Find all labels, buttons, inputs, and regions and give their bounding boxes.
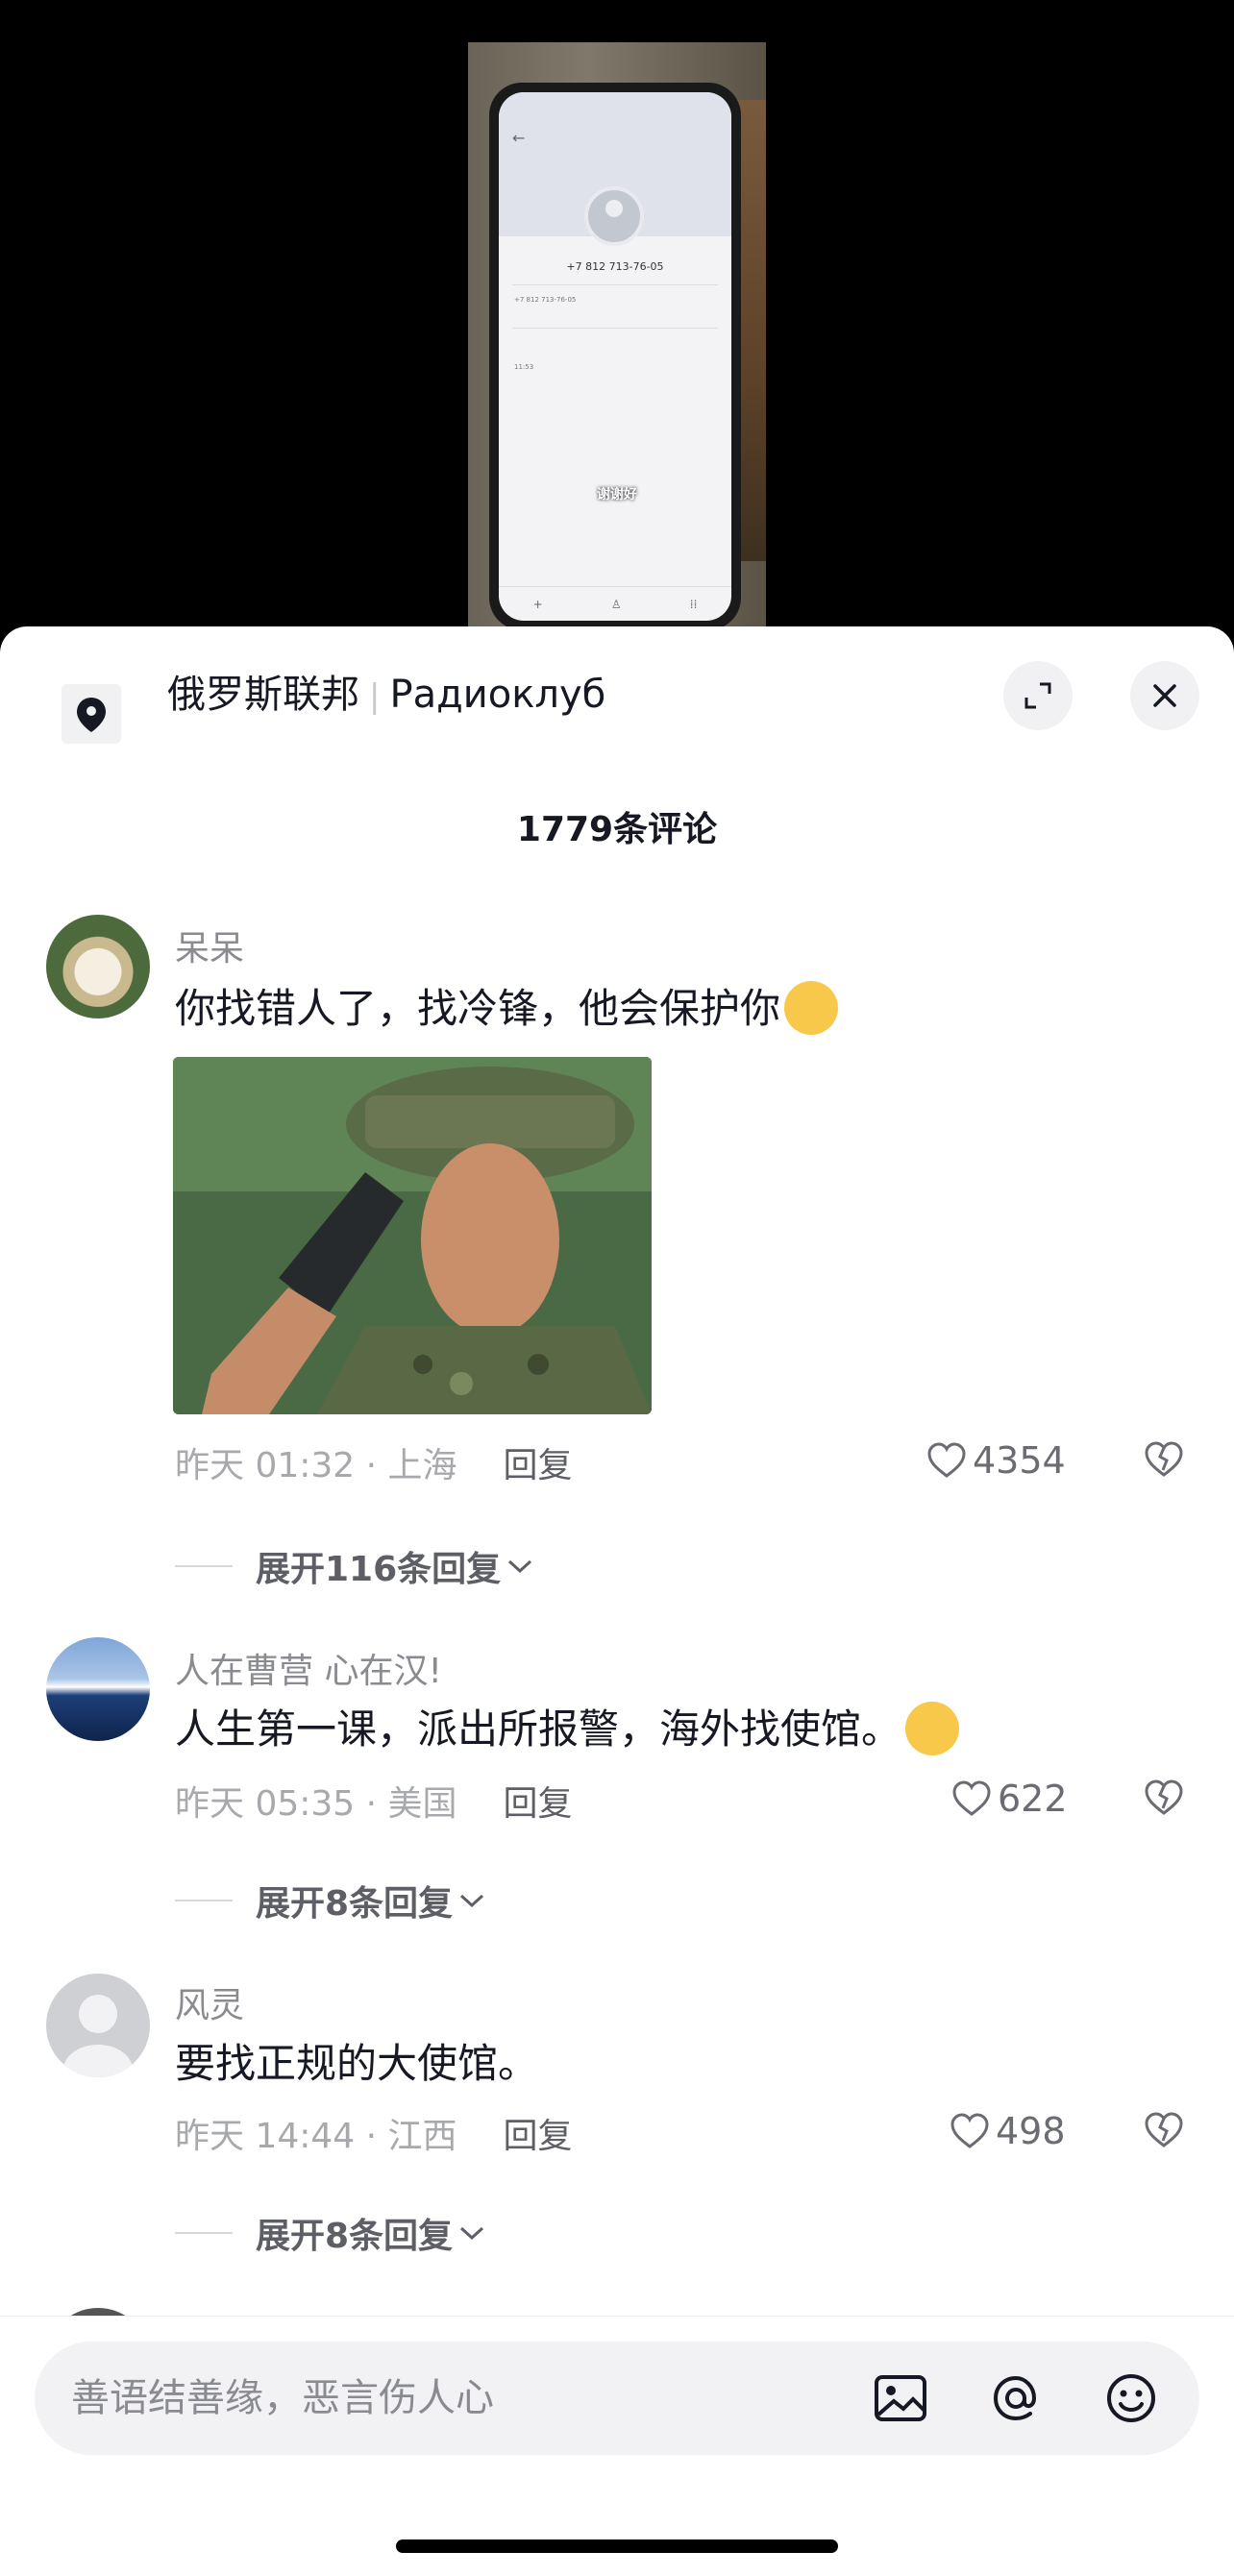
comment-time-location: 昨天 05:35 · 美国 — [175, 1784, 457, 1824]
reply-button[interactable]: 回复 — [504, 2117, 573, 2156]
default-avatar-icon — [63, 1995, 133, 2077]
like-button[interactable]: 4354 — [926, 1439, 1066, 1482]
comment-text: 你找错人了，找冷锋，他会保护你 — [175, 976, 839, 1039]
broken-heart-icon — [1145, 2112, 1183, 2147]
soldier-salute-image — [173, 1057, 652, 1414]
expand-replies-label: 展开116条回复 — [256, 1550, 502, 1589]
comment-meta: 昨天 05:35 · 美国 回复 — [175, 1776, 573, 1826]
video-phone: ← +7 812 713-76-05 +7 812 713-76-05 11:5… — [489, 83, 741, 630]
close-icon — [1153, 684, 1176, 707]
comment-text: 人生第一课，派出所报警，海外找使馆。 — [175, 1697, 960, 1759]
comment-text: 要找正规的大使馆。 — [175, 2040, 539, 2087]
comment-input-box[interactable] — [35, 2342, 1199, 2455]
location-separator: | — [369, 677, 381, 716]
location-pin-icon — [62, 684, 121, 744]
comment-username[interactable]: 风灵 — [175, 1977, 244, 2027]
person-icon: ♙ — [610, 597, 622, 611]
heart-icon — [950, 2113, 989, 2148]
heart-icon — [952, 1780, 991, 1816]
dislike-button[interactable] — [1144, 2112, 1184, 2152]
dislike-button[interactable] — [1144, 1779, 1184, 1820]
comment-meta: 昨天 01:32 · 上海 回复 — [175, 1437, 573, 1487]
expand-divider — [175, 2232, 233, 2234]
expand-divider — [175, 1900, 233, 1901]
avatar[interactable] — [46, 915, 150, 1018]
rolling-laughing-face-icon — [905, 1701, 960, 1755]
video-phone-bottombar: + ♙ ⁞⁞ — [499, 586, 731, 621]
comment-input[interactable] — [71, 2342, 840, 2455]
video-frame: ← +7 812 713-76-05 +7 812 713-76-05 11:5… — [468, 42, 766, 634]
at-mention-icon[interactable] — [986, 2368, 1046, 2428]
like-button[interactable]: 498 — [950, 2110, 1066, 2152]
comment-time-location: 昨天 01:32 · 上海 — [175, 1446, 457, 1485]
heart-icon — [927, 1442, 966, 1478]
expand-replies-button[interactable]: 展开8条回复 — [175, 2208, 485, 2258]
expand-replies-button[interactable]: 展开116条回复 — [175, 1541, 533, 1591]
close-button[interactable] — [1130, 661, 1199, 730]
chevron-down-icon — [460, 1894, 484, 1908]
comment-time-location: 昨天 14:44 · 江西 — [175, 2117, 457, 2156]
expand-divider — [175, 1565, 233, 1567]
video-phone-number-small: +7 812 713-76-05 — [514, 296, 577, 304]
video-phone-screen: ← +7 812 713-76-05 +7 812 713-76-05 11:5… — [499, 92, 731, 621]
comment-panel: 俄罗斯联邦 | Радиоклуб 1779条评论 呆呆 你找错人了，找冷锋，他会保… — [0, 626, 1234, 2576]
expand-icon — [1024, 682, 1051, 709]
back-arrow-icon: ← — [512, 129, 526, 147]
comment-username[interactable]: 呆呆 — [175, 920, 244, 970]
like-count: 622 — [998, 1778, 1068, 1820]
chevron-down-icon — [460, 2226, 484, 2241]
reply-button[interactable]: 回复 — [504, 1446, 573, 1485]
expand-replies-label: 展开8条回复 — [256, 1884, 454, 1924]
home-indicator[interactable] — [396, 2539, 838, 2553]
comment-meta: 昨天 14:44 · 江西 回复 — [175, 2108, 573, 2158]
image-icon[interactable] — [871, 2368, 930, 2428]
thinking-face-icon — [784, 980, 839, 1035]
video-subtitle: 谢谢好 — [597, 487, 637, 503]
avatar[interactable] — [46, 1974, 150, 2077]
video-player[interactable]: ← +7 812 713-76-05 +7 812 713-76-05 11:5… — [0, 0, 1234, 634]
location-label[interactable]: 俄罗斯联邦 | Радиоклуб — [167, 663, 605, 719]
like-button[interactable]: 622 — [951, 1778, 1068, 1820]
expand-button[interactable] — [1003, 661, 1073, 730]
comment-text-body: 你找错人了，找冷锋，他会保护你 — [175, 985, 781, 1032]
comment-count-title: 1779条评论 — [516, 810, 718, 849]
video-phone-time: 11:53 — [514, 363, 534, 371]
location-name: 俄罗斯联邦 — [167, 673, 359, 717]
comment-input-bar — [0, 2316, 1234, 2576]
broken-heart-icon — [1145, 1441, 1183, 1477]
avatar[interactable] — [46, 1637, 150, 1741]
plus-icon: + — [532, 597, 543, 611]
expand-replies-button[interactable]: 展开8条回复 — [175, 1876, 485, 1926]
comment-username[interactable]: 人在曹营 心在汉! — [175, 1643, 442, 1693]
location-sub: Радиоклуб — [389, 673, 606, 717]
comment-text-body: 人生第一课，派出所报警，海外找使馆。 — [175, 1705, 902, 1753]
like-count: 4354 — [973, 1439, 1066, 1482]
dislike-button[interactable] — [1144, 1441, 1184, 1482]
chevron-down-icon — [508, 1559, 532, 1574]
comment-image[interactable] — [173, 1057, 652, 1414]
contact-avatar-icon — [584, 186, 644, 246]
broken-heart-icon — [1145, 1779, 1183, 1815]
video-phone-number: +7 812 713-76-05 — [566, 260, 664, 273]
like-count: 498 — [996, 2110, 1066, 2152]
emoji-icon[interactable] — [1101, 2368, 1161, 2428]
grid-icon: ⁞⁞ — [689, 597, 698, 611]
reply-button[interactable]: 回复 — [504, 1784, 573, 1824]
expand-replies-label: 展开8条回复 — [256, 2217, 454, 2256]
location-header[interactable]: 俄罗斯联邦 | Радиоклуб — [0, 626, 1234, 751]
